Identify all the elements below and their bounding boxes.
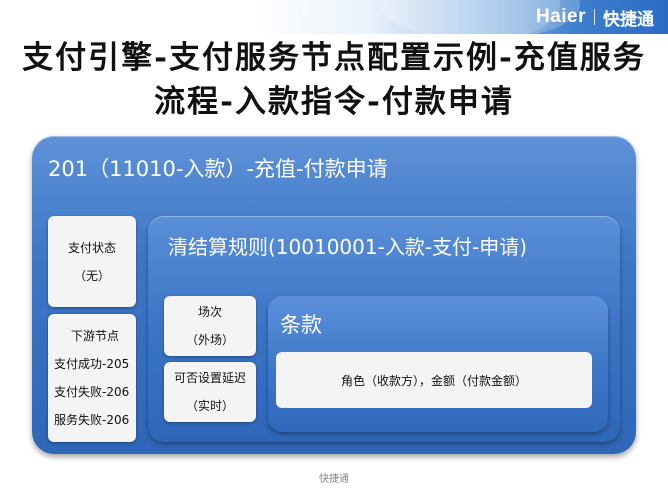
payment-status-value: （无）	[73, 268, 110, 283]
slide-title: 支付引擎-支付服务节点配置示例-充值服务流程-入款指令-付款申请	[22, 40, 646, 120]
haier-logo: Haier	[535, 6, 586, 27]
footer-text: 快捷通	[319, 474, 349, 485]
payment-status-label: 支付状态	[67, 240, 116, 255]
downstream-node-item: 支付成功-205	[54, 357, 130, 371]
clause-content: 角色（收款方），金额（付款金额）	[276, 352, 592, 408]
clause-box: 条款 角色（收款方），金额（付款金额）	[268, 296, 608, 432]
settlement-rule-title: 清结算规则(10010001-入款-支付-申请)	[168, 235, 528, 259]
downstream-nodes-heading: 下游节点	[70, 329, 119, 343]
service-node-title: 201（11010-入款）-充值-付款申请	[48, 157, 388, 181]
scene-label: 场次	[197, 305, 222, 319]
clause-title: 条款	[280, 313, 322, 337]
delay-setting-card: 可否设置延迟 （实时）	[164, 362, 256, 422]
downstream-node-item: 支付失败-206	[54, 385, 130, 399]
top-banner: Haier 快捷通	[0, 0, 668, 34]
brand-logo: Haier 快捷通	[535, 6, 654, 30]
scene-value: （外场）	[185, 333, 234, 347]
downstream-nodes-card: 下游节点 支付成功-205 支付失败-206 服务失败-206	[48, 314, 136, 442]
payment-status-card: 支付状态 （无）	[48, 216, 136, 307]
downstream-node-item: 服务失败-206	[54, 413, 130, 427]
brand-divider	[594, 9, 595, 25]
delay-setting-label: 可否设置延迟	[173, 371, 246, 385]
service-node-box: 201（11010-入款）-充值-付款申请 支付状态 （无） 下游节点 支付成功…	[32, 136, 636, 454]
settlement-rule-box: 清结算规则(10010001-入款-支付-申请) 场次 （外场） 可否设置延迟 …	[148, 216, 620, 442]
brand-name: 快捷通	[603, 9, 654, 30]
delay-setting-value: （实时）	[185, 399, 234, 413]
scene-card: 场次 （外场）	[164, 296, 256, 356]
